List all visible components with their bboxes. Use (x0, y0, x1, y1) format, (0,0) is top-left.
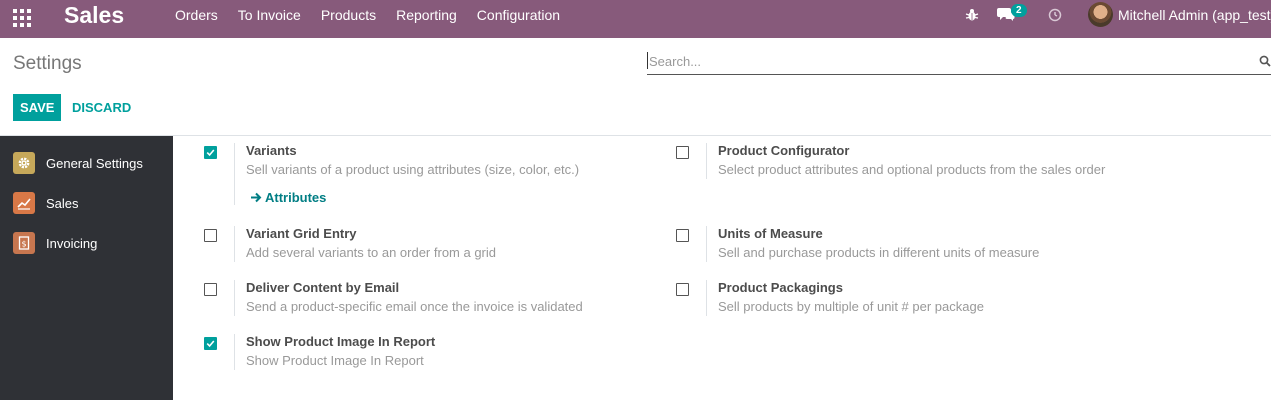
product-packagings-title: Product Packagings (718, 280, 843, 295)
show-product-image-description: Show Product Image In Report (246, 353, 424, 368)
menu-item-configuration[interactable]: Configuration (467, 7, 570, 23)
menu-item-orders[interactable]: Orders (165, 7, 228, 23)
chat-count-badge: 2 (1011, 4, 1027, 17)
product-packagings-description: Sell products by multiple of unit # per … (718, 299, 984, 314)
sidebar-item-label: Sales (46, 195, 79, 211)
menu-item-products[interactable]: Products (311, 7, 386, 23)
discard-button[interactable]: DISCARD (66, 94, 137, 121)
variant-grid-entry-title: Variant Grid Entry (246, 226, 357, 241)
deliver-content-by-email-checkbox[interactable] (204, 283, 217, 296)
arrow-right-icon (251, 192, 262, 203)
attributes-link-label: Attributes (265, 190, 327, 205)
show-product-image-title: Show Product Image In Report (246, 334, 436, 349)
sidebar-item-general-settings[interactable]: General Settings (0, 143, 173, 183)
chart-line-icon (13, 192, 35, 214)
variants-description: Sell variants of a product using attribu… (246, 162, 580, 177)
setting-divider (234, 143, 235, 205)
search-icon[interactable] (1259, 55, 1271, 67)
sidebar-item-label: General Settings (46, 155, 143, 171)
units-of-measure-title: Units of Measure (718, 226, 823, 241)
setting-divider (706, 143, 707, 179)
setting-divider (234, 280, 235, 316)
search-bar (647, 52, 1271, 75)
deliver-content-by-email-description: Send a product-specific email once the i… (246, 299, 583, 314)
breadcrumb-settings: Settings (13, 53, 82, 74)
apps-grid-icon[interactable] (13, 9, 31, 27)
product-configurator-title: Product Configurator (718, 143, 850, 158)
show-product-image-checkbox[interactable] (204, 337, 217, 350)
units-of-measure-description: Sell and purchase products in different … (718, 245, 1040, 260)
settings-sidebar: General Settings Sales $ Invoicing (0, 136, 173, 400)
setting-divider (706, 226, 707, 262)
variant-grid-entry-description: Add several variants to an order from a … (246, 245, 497, 260)
clock-icon[interactable] (1045, 5, 1065, 25)
variant-grid-entry-checkbox[interactable] (204, 229, 217, 242)
settings-content: Variants Sell variants of a product usin… (173, 136, 1271, 400)
sidebar-item-sales[interactable]: Sales (0, 183, 173, 223)
user-menu-name[interactable]: Mitchell Admin (app_test) (1118, 7, 1271, 23)
bug-icon[interactable] (962, 5, 982, 25)
invoice-icon: $ (13, 232, 35, 254)
setting-divider (234, 334, 235, 370)
search-input[interactable] (647, 52, 1247, 69)
control-panel: Settings SAVE DISCARD (0, 38, 1271, 136)
app-title[interactable]: Sales (64, 2, 124, 29)
setting-divider (706, 280, 707, 316)
variants-checkbox[interactable] (204, 146, 217, 159)
gear-icon (13, 152, 35, 174)
product-configurator-description: Select product attributes and optional p… (718, 162, 1106, 177)
sidebar-item-invoicing[interactable]: $ Invoicing (0, 223, 173, 263)
main-menu: Orders To Invoice Products Reporting Con… (165, 0, 570, 30)
menu-item-reporting[interactable]: Reporting (386, 7, 467, 23)
sidebar-item-label: Invoicing (46, 235, 98, 251)
product-packagings-checkbox[interactable] (676, 283, 689, 296)
attributes-link[interactable]: Attributes (250, 190, 326, 205)
product-configurator-checkbox[interactable] (676, 146, 689, 159)
setting-divider (234, 226, 235, 262)
units-of-measure-checkbox[interactable] (676, 229, 689, 242)
svg-text:$: $ (21, 240, 26, 249)
save-button[interactable]: SAVE (13, 94, 62, 121)
menu-item-to-invoice[interactable]: To Invoice (228, 7, 311, 23)
deliver-content-by-email-title: Deliver Content by Email (246, 280, 400, 295)
top-navbar: Sales Orders To Invoice Products Reporti… (0, 0, 1271, 38)
variants-title: Variants (246, 143, 297, 158)
user-avatar[interactable] (1088, 2, 1113, 27)
